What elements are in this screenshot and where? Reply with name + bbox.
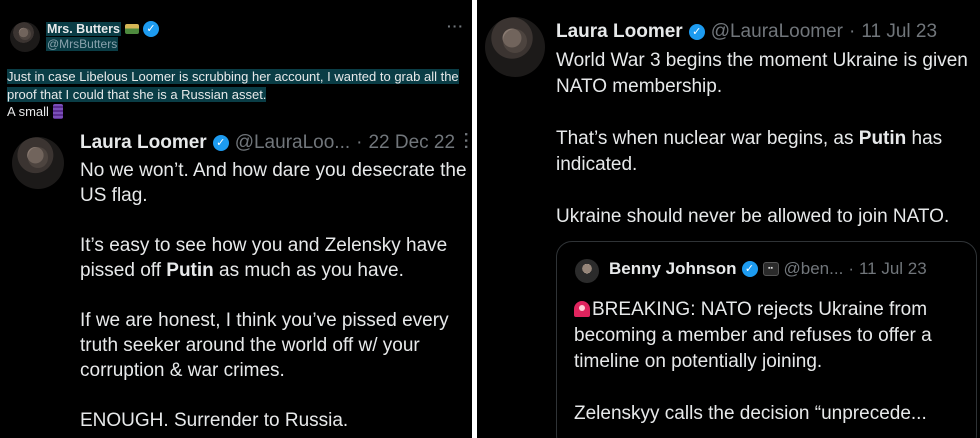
- paragraph: Zelenskyy calls the decision “unprecede.…: [574, 403, 927, 424]
- verified-badge-icon: ✓: [741, 261, 758, 277]
- quoted-tweet-body: No we won’t. And how dare you desecrate …: [80, 158, 472, 438]
- right-screenshot-panel: Laura Loomer ✓ @LauraLoomer · 11 Jul 23 …: [477, 0, 980, 438]
- paragraph: World War 3 begins the moment Ukraine is…: [556, 50, 968, 97]
- tweet-text-small: A small: [7, 104, 49, 119]
- verified-badge-icon: ✓: [212, 135, 229, 151]
- paragraph: ENOUGH. Surrender to Russia.: [80, 410, 349, 431]
- quote-date[interactable]: 11 Jul 23: [859, 259, 927, 279]
- author-handle[interactable]: @MrsButters: [46, 37, 119, 51]
- separator-dot: ·: [848, 259, 854, 278]
- laura-loomer-avatar[interactable]: [12, 137, 64, 189]
- more-vertical-icon[interactable]: ···: [456, 132, 472, 151]
- quote-tweet-card[interactable]: Benny Johnson ✓ ▪▪ @ben... · 11 Jul 23 B…: [556, 241, 977, 438]
- quoted-author-handle[interactable]: @LauraLoo...: [235, 132, 350, 154]
- laura-loomer-avatar[interactable]: [485, 17, 545, 77]
- quote-tweet-body: BREAKING: NATO rejects Ukraine from beco…: [574, 297, 969, 438]
- quoted-tweet-header: Laura Loomer ✓ @LauraLoo... · 22 Dec 22: [80, 132, 455, 154]
- paragraph: That’s when nuclear war begins, as Putin…: [556, 128, 943, 175]
- siren-icon: [574, 301, 590, 317]
- paragraph: Ukraine should never be allowed to join …: [556, 206, 950, 227]
- author-name[interactable]: Laura Loomer: [556, 21, 683, 43]
- separator-dot: ·: [356, 132, 363, 153]
- affiliate-badge-icon: ▪▪: [762, 262, 779, 276]
- verified-badge-icon: ✓: [142, 21, 159, 37]
- quote-author-handle[interactable]: @ben...: [784, 259, 844, 279]
- author-name[interactable]: Mrs. Butters: [46, 22, 121, 36]
- author-handle[interactable]: @LauraLoomer: [711, 21, 843, 43]
- paragraph: It’s easy to see how you and Zelensky ha…: [80, 235, 448, 281]
- thread-spool-icon: [52, 104, 63, 119]
- quote-tweet-header: Benny Johnson ✓ ▪▪ @ben... · 11 Jul 23: [609, 259, 927, 279]
- tweet-text: Just in case Libelous Loomer is scrubbin…: [7, 68, 469, 104]
- quote-author-name[interactable]: Benny Johnson: [609, 259, 737, 279]
- tweet-body: World War 3 begins the moment Ukraine is…: [556, 48, 976, 256]
- benny-johnson-avatar[interactable]: [575, 259, 599, 283]
- paragraph: If we are honest, I think you’ve pissed …: [80, 310, 449, 381]
- tweet-text-highlighted: Just in case Libelous Loomer is scrubbin…: [7, 69, 459, 102]
- paragraph: No we won’t. And how dare you desecrate …: [80, 160, 467, 206]
- quoted-author-name[interactable]: Laura Loomer: [80, 132, 207, 154]
- bold-keyword: Putin: [858, 128, 907, 149]
- tweet-text-line-2: A small: [7, 104, 63, 119]
- separator-dot: ·: [849, 21, 856, 42]
- tweet-date[interactable]: 11 Jul 23: [861, 21, 937, 43]
- bold-keyword: Putin: [166, 260, 214, 281]
- mrs-butters-avatar[interactable]: [10, 22, 40, 52]
- verified-badge-icon: ✓: [688, 24, 705, 40]
- flag-emoji-icon: [124, 24, 139, 34]
- mrs-butters-name-row: Mrs. Butters ✓: [46, 21, 159, 37]
- paragraph: BREAKING: NATO rejects Ukraine from beco…: [574, 299, 932, 372]
- more-horizontal-icon[interactable]: ···: [447, 18, 464, 34]
- tweet-date[interactable]: 22 Dec 22: [368, 132, 455, 154]
- tweet-header: Laura Loomer ✓ @LauraLoomer · 11 Jul 23: [556, 21, 937, 43]
- left-screenshot-panel: Mrs. Butters ✓ @MrsButters ··· Just in c…: [0, 0, 472, 438]
